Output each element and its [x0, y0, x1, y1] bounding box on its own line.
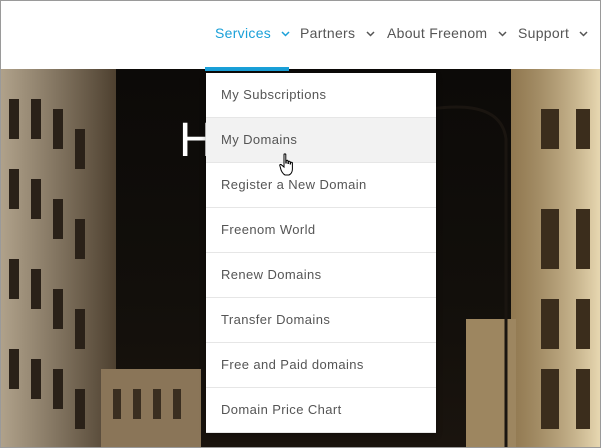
- nav-item-label: About Freenom: [387, 25, 488, 41]
- menu-item-my-subscriptions[interactable]: My Subscriptions: [206, 73, 436, 118]
- nav-item-partners[interactable]: Partners: [300, 25, 375, 41]
- menu-item-domain-price-chart[interactable]: Domain Price Chart: [206, 388, 436, 433]
- main-nav: Services Partners About Freenom Support: [1, 1, 600, 69]
- menu-item-my-domains[interactable]: My Domains: [206, 118, 436, 163]
- menu-item-free-and-paid-domains[interactable]: Free and Paid domains: [206, 343, 436, 388]
- menu-item-register-new-domain[interactable]: Register a New Domain: [206, 163, 436, 208]
- active-nav-indicator: [205, 67, 289, 71]
- nav-item-label: Partners: [300, 25, 356, 41]
- menu-item-transfer-domains[interactable]: Transfer Domains: [206, 298, 436, 343]
- services-dropdown-menu: My Subscriptions My Domains Register a N…: [206, 73, 436, 433]
- hand-pointer-cursor-icon: [279, 153, 293, 176]
- chevron-down-icon: [365, 31, 375, 37]
- chevron-down-icon: [281, 31, 290, 37]
- nav-item-label: Support: [518, 25, 570, 41]
- menu-item-freenom-world[interactable]: Freenom World: [206, 208, 436, 253]
- nav-item-services[interactable]: Services: [215, 25, 290, 41]
- chevron-down-icon: [579, 31, 588, 37]
- menu-item-renew-domains[interactable]: Renew Domains: [206, 253, 436, 298]
- nav-item-label: Services: [215, 25, 272, 41]
- nav-item-about-freenom[interactable]: About Freenom: [387, 25, 507, 41]
- top-navigation-bar: Services Partners About Freenom Support: [1, 1, 600, 69]
- chevron-down-icon: [498, 31, 507, 37]
- nav-item-support[interactable]: Support: [518, 25, 588, 41]
